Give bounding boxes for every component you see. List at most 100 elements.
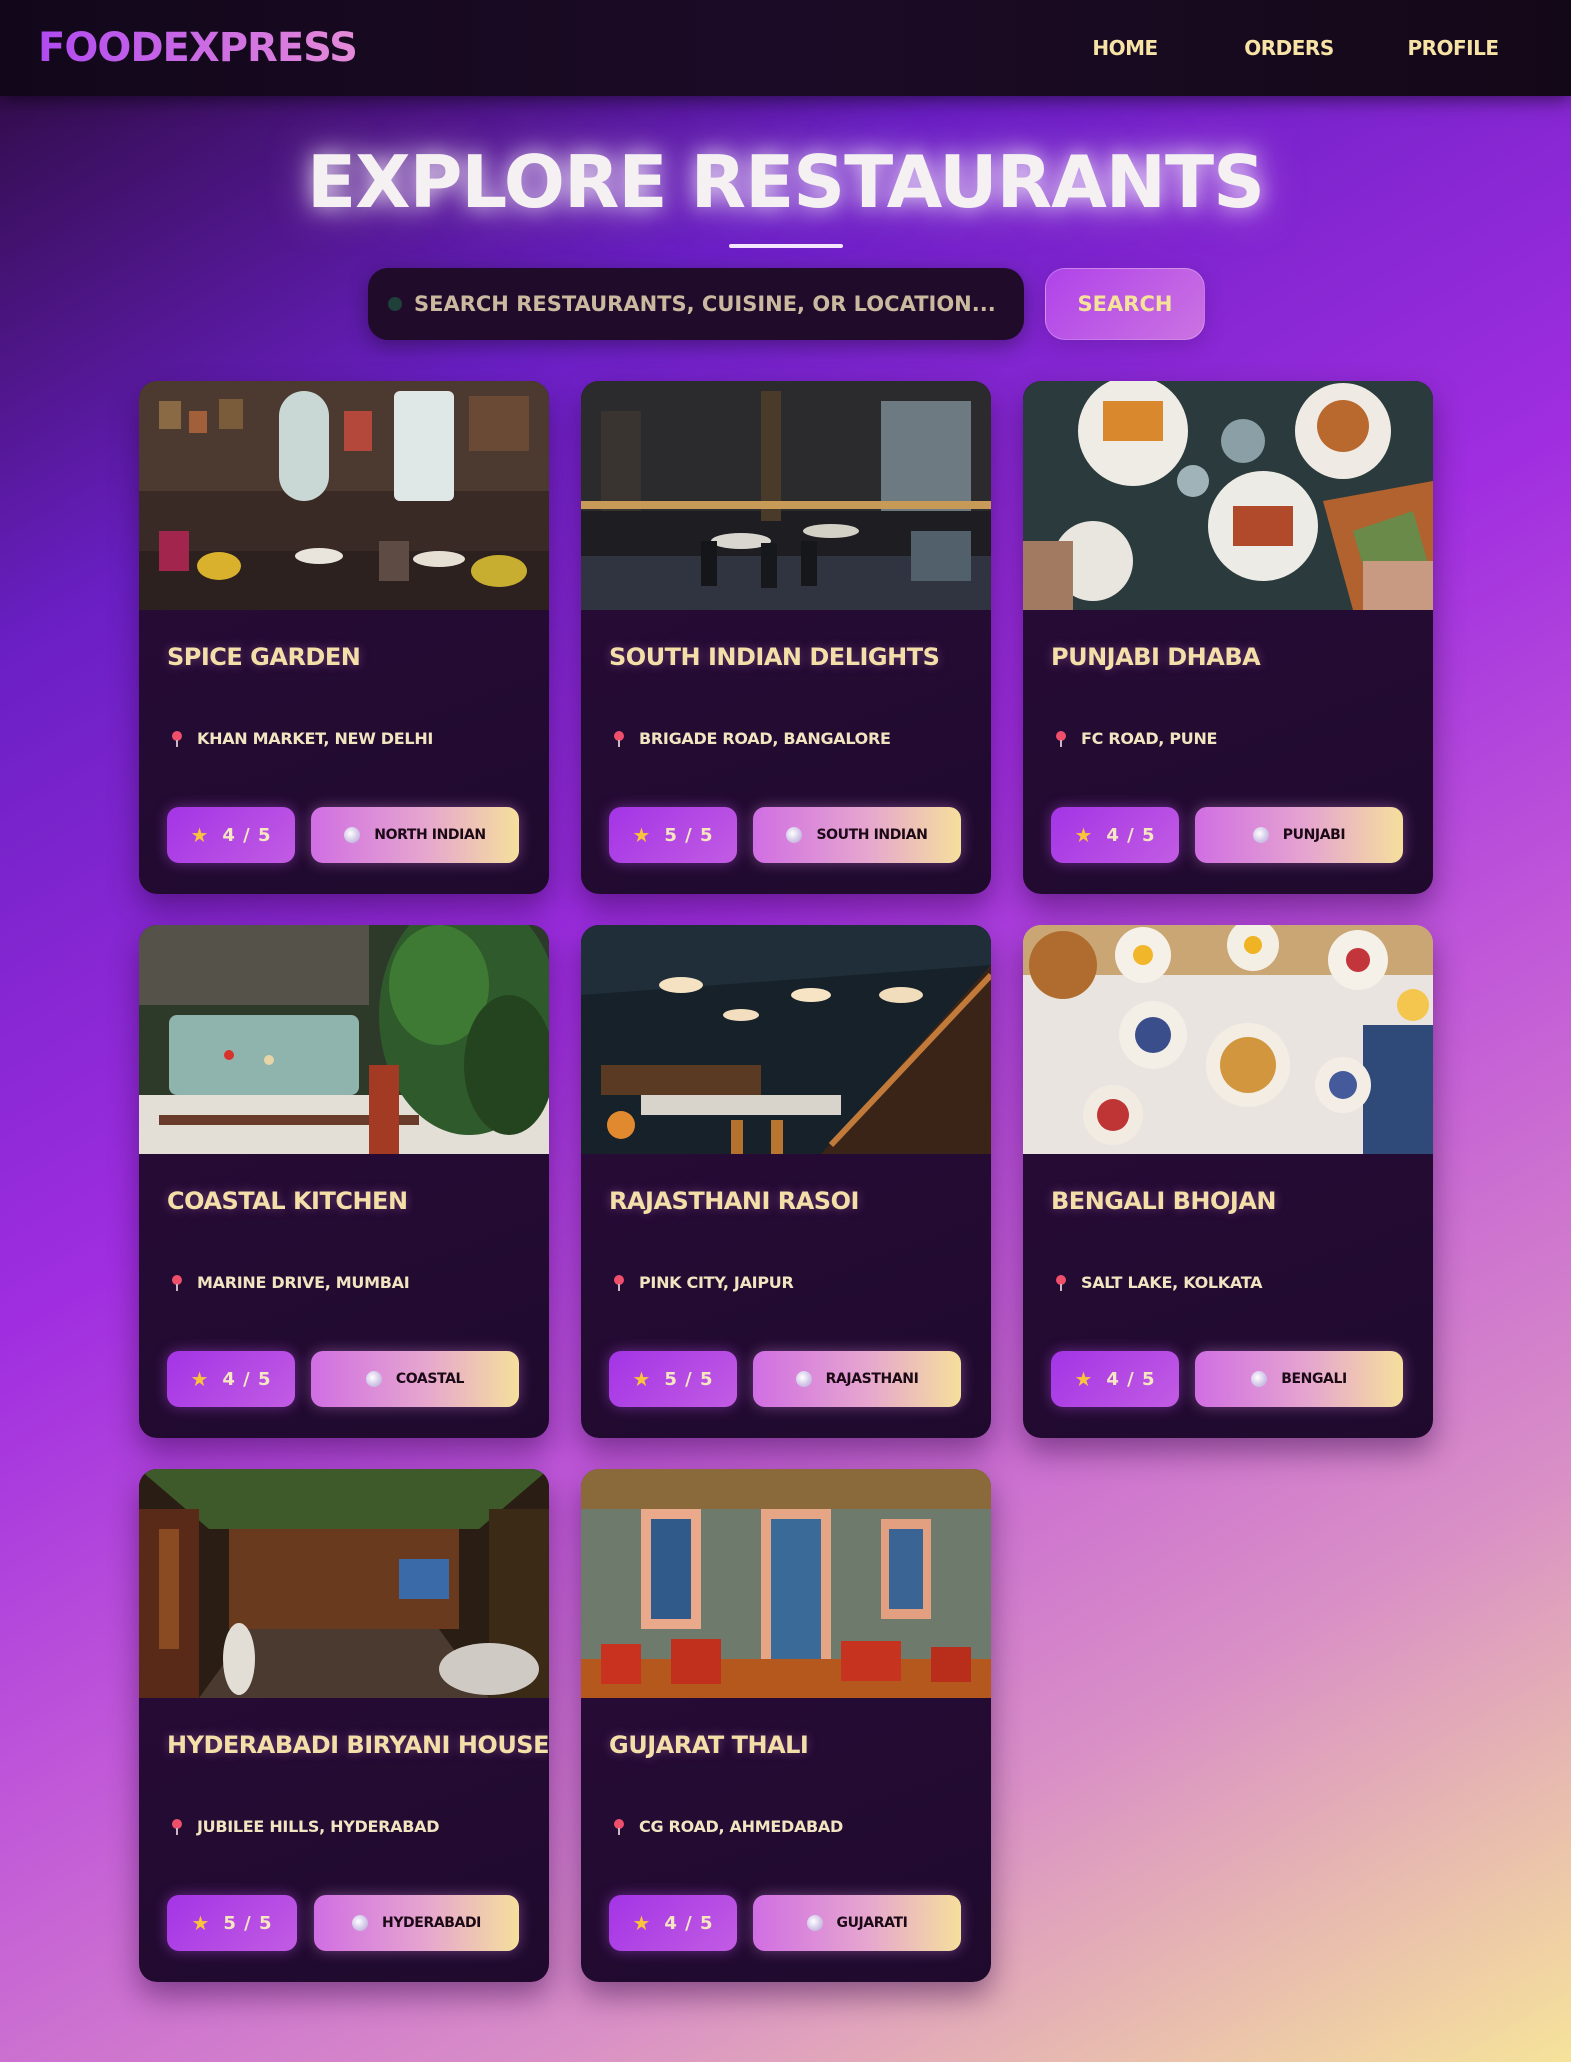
top-navbar: FOODEXPRESS HOME ORDERS PROFILE — [0, 0, 1571, 96]
restaurant-card[interactable]: COASTAL KITCHEN MARINE DRIVE, MUMBAI ★ 4… — [139, 925, 549, 1438]
restaurant-image[interactable] — [1023, 925, 1433, 1154]
rating-text: 4 / 5 — [1106, 824, 1156, 846]
cuisine-text: HYDERABADI — [382, 1915, 481, 1931]
restaurant-card[interactable]: SOUTH INDIAN DELIGHTS BRIGADE ROAD, BANG… — [581, 381, 991, 894]
map-pin-icon — [171, 1818, 183, 1835]
restaurant-name[interactable]: PUNJABI DHABA — [1051, 643, 1261, 671]
restaurant-card[interactable]: HYDERABADI BIRYANI HOUSE JUBILEE HILLS, … — [139, 1469, 549, 1982]
star-icon: ★ — [632, 1367, 651, 1391]
restaurant-location: PINK CITY, JAIPUR — [613, 1273, 794, 1292]
cuisine-badge: PUNJABI — [1195, 807, 1403, 863]
restaurant-name[interactable]: BENGALI BHOJAN — [1051, 1187, 1277, 1215]
cuisine-badge: RAJASTHANI — [753, 1351, 961, 1407]
restaurant-card[interactable]: RAJASTHANI RASOI PINK CITY, JAIPUR ★ 5 /… — [581, 925, 991, 1438]
nav-links: HOME ORDERS PROFILE — [1043, 36, 1535, 60]
restaurant-name[interactable]: SOUTH INDIAN DELIGHTS — [609, 643, 940, 671]
rating-text: 5 / 5 — [223, 1912, 273, 1934]
cuisine-badge: NORTH INDIAN — [311, 807, 519, 863]
location-text: JUBILEE HILLS, HYDERABAD — [197, 1817, 440, 1836]
nav-home[interactable]: HOME — [1043, 36, 1207, 60]
rating-text: 4 / 5 — [222, 1368, 272, 1390]
restaurant-name[interactable]: RAJASTHANI RASOI — [609, 1187, 859, 1215]
cuisine-badge: HYDERABADI — [314, 1895, 519, 1951]
rating-badge: ★ 4 / 5 — [167, 807, 295, 863]
star-icon: ★ — [190, 1367, 209, 1391]
rating-badge: ★ 4 / 5 — [1051, 1351, 1179, 1407]
star-icon: ★ — [1074, 823, 1093, 847]
rating-badge: ★ 5 / 5 — [609, 1351, 737, 1407]
restaurant-image[interactable] — [581, 1469, 991, 1698]
restaurant-image[interactable] — [581, 381, 991, 610]
restaurant-image[interactable] — [581, 925, 991, 1154]
rating-text: 5 / 5 — [664, 824, 714, 846]
map-pin-icon — [1055, 1274, 1067, 1291]
disc-icon — [806, 1915, 823, 1931]
rating-badge: ★ 4 / 5 — [609, 1895, 737, 1951]
cuisine-badge: COASTAL — [311, 1351, 519, 1407]
star-icon: ★ — [191, 1911, 210, 1935]
search-input[interactable] — [414, 268, 1024, 340]
cuisine-text: RAJASTHANI — [825, 1371, 919, 1387]
restaurant-name[interactable]: COASTAL KITCHEN — [167, 1187, 408, 1215]
restaurant-location: BRIGADE ROAD, BANGALORE — [613, 729, 891, 748]
app-logo[interactable]: FOODEXPRESS — [38, 25, 358, 71]
map-pin-icon — [613, 1818, 625, 1835]
cuisine-text: SOUTH INDIAN — [816, 827, 928, 843]
restaurant-location: SALT LAKE, KOLKATA — [1055, 1273, 1262, 1292]
location-text: KHAN MARKET, NEW DELHI — [197, 729, 434, 748]
cuisine-text: BENGALI — [1281, 1371, 1347, 1387]
rating-text: 4 / 5 — [664, 1912, 714, 1934]
disc-icon — [1251, 1371, 1268, 1387]
disc-icon — [365, 1371, 382, 1387]
location-text: PINK CITY, JAIPUR — [639, 1273, 794, 1292]
star-icon: ★ — [1074, 1367, 1093, 1391]
restaurant-card[interactable]: GUJARAT THALI CG ROAD, AHMEDABAD ★ 4 / 5… — [581, 1469, 991, 1982]
page-title: EXPLORE RESTAURANTS — [306, 140, 1265, 224]
disc-icon — [795, 1371, 812, 1387]
restaurant-card[interactable]: PUNJABI DHABA FC ROAD, PUNE ★ 4 / 5 PUNJ… — [1023, 381, 1433, 894]
restaurant-location: KHAN MARKET, NEW DELHI — [171, 729, 433, 748]
restaurant-image[interactable] — [1023, 381, 1433, 610]
rating-badge: ★ 5 / 5 — [609, 807, 737, 863]
restaurant-card[interactable]: BENGALI BHOJAN SALT LAKE, KOLKATA ★ 4 / … — [1023, 925, 1433, 1438]
rating-badge: ★ 5 / 5 — [167, 1895, 297, 1951]
cuisine-text: GUJARATI — [836, 1915, 908, 1931]
star-icon: ★ — [190, 823, 209, 847]
search-button[interactable]: SEARCH — [1045, 268, 1205, 340]
cuisine-text: NORTH INDIAN — [374, 827, 486, 843]
search-bar — [368, 268, 1024, 340]
restaurant-location: JUBILEE HILLS, HYDERABAD — [171, 1817, 439, 1836]
restaurant-image[interactable] — [139, 381, 549, 610]
star-icon: ★ — [632, 1911, 651, 1935]
nav-profile[interactable]: PROFILE — [1371, 36, 1535, 60]
map-pin-icon — [613, 730, 625, 747]
location-text: SALT LAKE, KOLKATA — [1081, 1273, 1263, 1292]
search-icon — [388, 297, 402, 311]
disc-icon — [786, 827, 803, 843]
restaurant-name[interactable]: HYDERABADI BIRYANI HOUSE — [167, 1731, 549, 1759]
star-icon: ★ — [632, 823, 651, 847]
disc-icon — [352, 1915, 368, 1931]
restaurant-location: FC ROAD, PUNE — [1055, 729, 1217, 748]
restaurant-location: MARINE DRIVE, MUMBAI — [171, 1273, 410, 1292]
nav-orders[interactable]: ORDERS — [1207, 36, 1371, 60]
location-text: CG ROAD, AHMEDABAD — [639, 1817, 843, 1836]
rating-text: 4 / 5 — [1106, 1368, 1156, 1390]
location-text: BRIGADE ROAD, BANGALORE — [639, 729, 891, 748]
disc-icon — [344, 827, 361, 843]
restaurant-name[interactable]: SPICE GARDEN — [167, 643, 361, 671]
restaurant-name[interactable]: GUJARAT THALI — [609, 1731, 809, 1759]
map-pin-icon — [171, 730, 183, 747]
cuisine-text: PUNJABI — [1282, 827, 1346, 843]
cuisine-text: COASTAL — [395, 1371, 465, 1387]
cuisine-badge: GUJARATI — [753, 1895, 961, 1951]
title-underline — [729, 244, 843, 248]
cuisine-badge: SOUTH INDIAN — [753, 807, 961, 863]
map-pin-icon — [1055, 730, 1067, 747]
restaurant-image[interactable] — [139, 1469, 549, 1698]
map-pin-icon — [171, 1274, 183, 1291]
rating-badge: ★ 4 / 5 — [1051, 807, 1179, 863]
restaurant-image[interactable] — [139, 925, 549, 1154]
disc-icon — [1252, 827, 1269, 843]
restaurant-card[interactable]: SPICE GARDEN KHAN MARKET, NEW DELHI ★ 4 … — [139, 381, 549, 894]
